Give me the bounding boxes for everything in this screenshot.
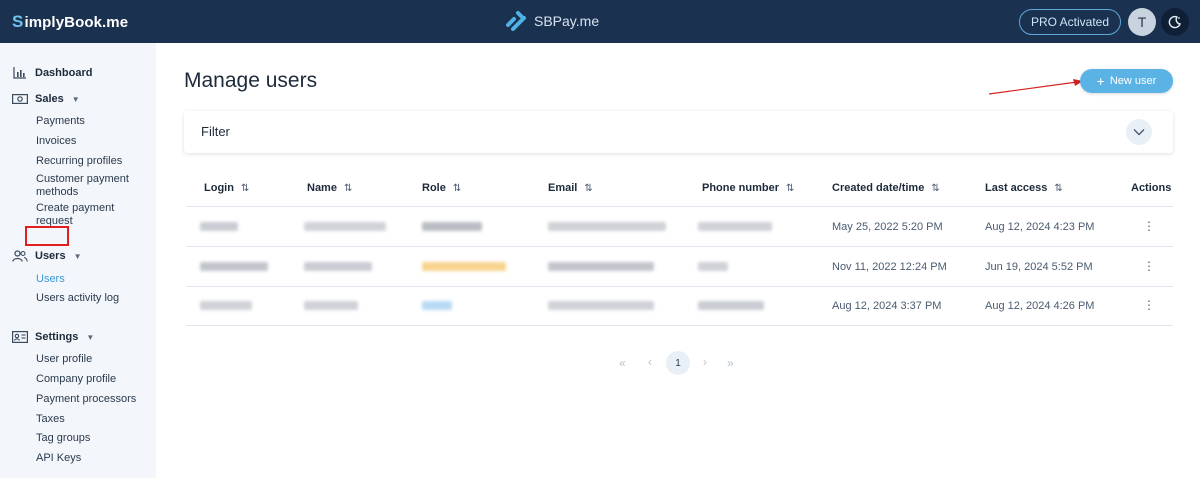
simplybook-logo[interactable]: SimplyBook.me [12, 12, 128, 32]
page-title: Manage users [184, 69, 318, 92]
sidebar-item-settings[interactable]: Settings ▼ [12, 330, 94, 344]
sidebar-item-users[interactable]: Users ▼ [12, 249, 82, 263]
users-icon [12, 249, 28, 263]
sort-icon[interactable]: ⇅ [786, 183, 794, 194]
redacted-name [304, 222, 386, 231]
sidebar-item-recurring-profiles[interactable]: Recurring profiles [36, 155, 122, 168]
redacted-email [548, 262, 654, 271]
redacted-name [304, 301, 358, 310]
sidebar-item-tag-groups[interactable]: Tag groups [36, 432, 90, 445]
sort-icon[interactable]: ⇅ [1054, 183, 1062, 194]
table-divider [186, 325, 1173, 326]
redacted-role [422, 262, 506, 271]
chevron-down-icon: ▼ [86, 332, 95, 342]
new-user-button[interactable]: + New user [1080, 69, 1173, 93]
sidebar-item-create-payment-request[interactable]: Create payment request [36, 202, 136, 228]
sort-icon[interactable]: ⇅ [453, 183, 461, 194]
column-header-created[interactable]: Created date/time ⇅ [832, 182, 940, 194]
column-header-login[interactable]: Login ⇅ [204, 182, 249, 194]
sidebar-item-invoices[interactable]: Invoices [36, 135, 76, 148]
last-access-date: Jun 19, 2024 5:52 PM [985, 261, 1093, 273]
redacted-email [548, 301, 654, 310]
sort-icon[interactable]: ⇅ [931, 183, 939, 194]
chevron-down-icon [1133, 129, 1145, 136]
last-access-date: Aug 12, 2024 4:23 PM [985, 221, 1095, 233]
next-page-button[interactable]: › [703, 355, 707, 369]
created-date: May 25, 2022 5:20 PM [832, 221, 943, 233]
created-date: Nov 11, 2022 12:24 PM [832, 261, 947, 273]
column-header-email[interactable]: Email ⇅ [548, 182, 593, 194]
chevron-down-icon: ▼ [73, 251, 82, 261]
sidebar-item-users-list[interactable]: Users [36, 273, 65, 286]
money-icon [12, 92, 28, 106]
redacted-email [548, 222, 666, 231]
page-1-button[interactable]: 1 [666, 351, 690, 375]
prev-page-button[interactable]: ‹ [648, 355, 652, 369]
sidebar-item-company-profile[interactable]: Company profile [36, 373, 116, 386]
avatar[interactable]: T [1128, 8, 1156, 36]
sidebar-item-users-activity-log[interactable]: Users activity log [36, 292, 119, 305]
sort-icon[interactable]: ⇅ [241, 183, 249, 194]
more-vertical-icon[interactable]: ⋮ [1143, 299, 1155, 311]
sort-icon[interactable]: ⇅ [584, 183, 592, 194]
highlight-box [25, 226, 69, 246]
sort-icon[interactable]: ⇅ [344, 183, 352, 194]
sidebar-item-customer-payment-methods[interactable]: Customer payment methods [36, 173, 146, 199]
plus-icon: + [1096, 73, 1105, 89]
last-access-date: Aug 12, 2024 4:26 PM [985, 300, 1095, 312]
sidebar-item-user-profile[interactable]: User profile [36, 353, 92, 366]
top-bar: SimplyBook.me SBPay.me PRO Activated T [0, 0, 1200, 43]
id-card-icon [12, 330, 28, 344]
sidebar-item-api-keys[interactable]: API Keys [36, 452, 81, 465]
sidebar-item-payments[interactable]: Payments [36, 115, 85, 128]
more-vertical-icon[interactable]: ⋮ [1143, 260, 1155, 272]
redacted-phone [698, 301, 764, 310]
sidebar-item-taxes[interactable]: Taxes [36, 413, 65, 426]
redacted-name [304, 262, 372, 271]
sidebar-item-sales[interactable]: Sales ▼ [12, 92, 80, 106]
column-header-phone[interactable]: Phone number ⇅ [702, 182, 794, 194]
filter-toggle-button[interactable] [1126, 119, 1152, 145]
column-header-last-access[interactable]: Last access ⇅ [985, 182, 1063, 194]
annotation-arrow [988, 79, 1083, 95]
filter-panel[interactable]: Filter [184, 111, 1173, 153]
chevron-down-icon: ▼ [71, 94, 80, 104]
sidebar-item-dashboard[interactable]: Dashboard [12, 66, 92, 80]
redacted-login [200, 222, 238, 231]
redacted-role [422, 301, 452, 310]
created-date: Aug 12, 2024 3:37 PM [832, 300, 942, 312]
sidebar-item-payment-processors[interactable]: Payment processors [36, 393, 136, 406]
theme-toggle-button[interactable] [1161, 8, 1189, 36]
bar-chart-icon [12, 66, 28, 80]
first-page-button[interactable]: « [619, 356, 626, 370]
redacted-phone [698, 222, 772, 231]
table-divider [186, 286, 1173, 287]
last-page-button[interactable]: » [727, 356, 734, 370]
moon-icon [1168, 15, 1181, 29]
table-divider [186, 246, 1173, 247]
column-header-actions: Actions [1131, 182, 1172, 194]
column-header-name[interactable]: Name ⇅ [307, 182, 352, 194]
redacted-phone [698, 262, 728, 271]
redacted-login [200, 262, 268, 271]
table-divider [186, 206, 1173, 207]
pro-activated-button[interactable]: PRO Activated [1019, 9, 1121, 35]
redacted-role [422, 222, 482, 231]
column-header-role[interactable]: Role ⇅ [422, 182, 461, 194]
sbpay-logo[interactable]: SBPay.me [504, 9, 599, 33]
sbpay-label: SBPay.me [534, 13, 600, 29]
sbpay-link-icon [506, 11, 526, 31]
redacted-login [200, 301, 252, 310]
filter-label: Filter [201, 124, 230, 139]
more-vertical-icon[interactable]: ⋮ [1143, 220, 1155, 232]
